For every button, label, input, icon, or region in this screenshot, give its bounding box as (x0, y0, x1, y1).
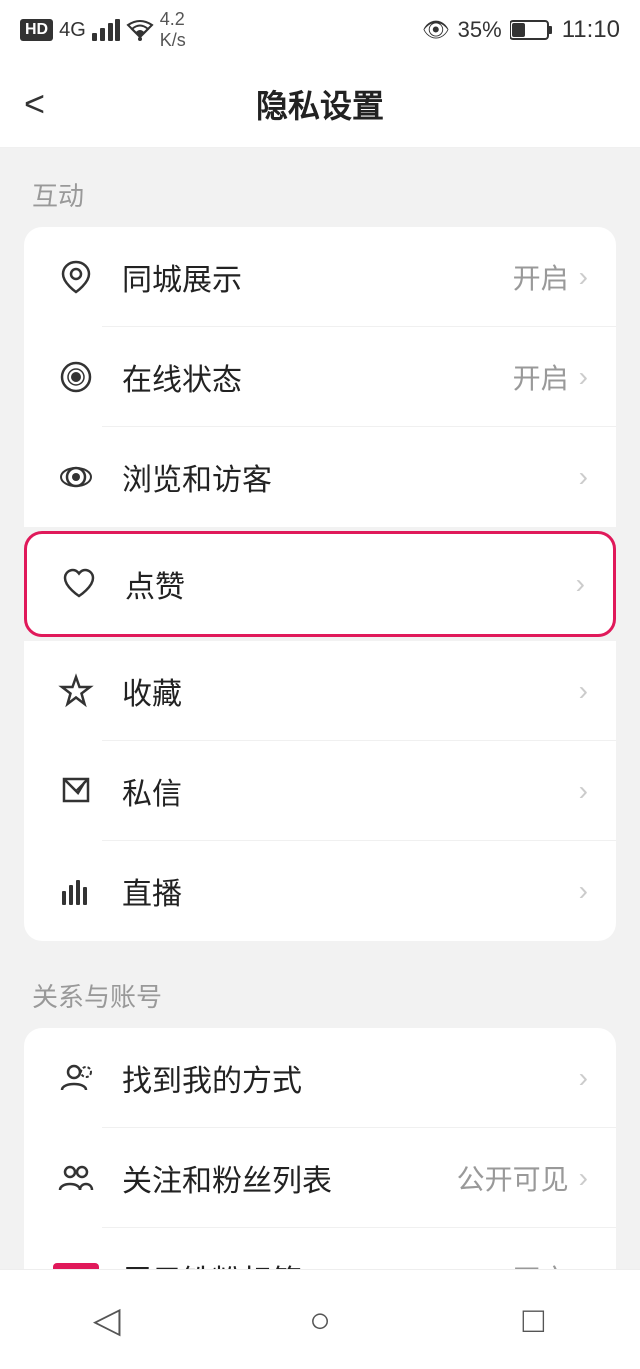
arrow-find: › (579, 1062, 588, 1094)
page-header: < 隐私设置 (0, 60, 640, 148)
back-button[interactable]: < (24, 83, 45, 125)
battery-icon (510, 19, 554, 41)
follow-icon (52, 1154, 100, 1202)
menu-text-like: 点赞 (125, 562, 566, 606)
menu-value-location: 开启 (513, 257, 569, 297)
like-icon (55, 560, 103, 608)
menu-text-online: 在线状态 (122, 355, 513, 399)
speed-text: 4.2K/s (160, 9, 186, 51)
arrow-location: › (579, 261, 588, 293)
section-label-account: 关系与账号 (0, 949, 640, 1028)
bottom-nav: ◁ ○ □ (0, 1269, 640, 1369)
time-display: 11:10 (562, 16, 620, 44)
menu-text-find: 找到我的方式 (122, 1056, 569, 1100)
page-title: 隐私设置 (256, 81, 384, 127)
arrow-online: › (579, 361, 588, 393)
find-icon (52, 1054, 100, 1102)
online-icon (52, 353, 100, 401)
card-hudong-top: 同城展示 开启 › 在线状态 开启 › 浏览和访客 › (24, 227, 616, 527)
menu-item-like[interactable]: 点赞 › (27, 534, 613, 634)
arrow-follow: › (579, 1162, 588, 1194)
arrow-like: › (576, 568, 585, 600)
menu-text-live: 直播 (122, 869, 569, 913)
message-icon (52, 767, 100, 815)
nav-home-button[interactable]: ○ (280, 1280, 360, 1360)
menu-item-location[interactable]: 同城展示 开启 › (24, 227, 616, 327)
menu-item-message[interactable]: 私信 › (24, 741, 616, 841)
arrow-browse: › (579, 461, 588, 493)
card-like-highlighted[interactable]: 点赞 › (24, 531, 616, 637)
wifi-icon (126, 19, 154, 41)
status-left: HD 4G 4.2K/s (20, 9, 186, 51)
status-bar: HD 4G 4.2K/s 👁 35% (0, 0, 640, 60)
battery-percent: 35% (458, 17, 502, 43)
status-right: 👁 35% 11:10 (422, 16, 620, 44)
menu-text-location: 同城展示 (122, 255, 513, 299)
section-label-hudong: 互动 (0, 148, 640, 227)
signal-icon: 4G (59, 19, 86, 42)
menu-item-online[interactable]: 在线状态 开启 › (24, 327, 616, 427)
menu-item-live[interactable]: 直播 › (24, 841, 616, 941)
location-icon (52, 253, 100, 301)
collect-icon (52, 667, 100, 715)
menu-value-online: 开启 (513, 357, 569, 397)
menu-text-browse: 浏览和访客 (122, 455, 569, 499)
live-icon (52, 867, 100, 915)
menu-item-browse[interactable]: 浏览和访客 › (24, 427, 616, 527)
signal-bars (92, 19, 120, 41)
menu-text-collect: 收藏 (122, 669, 569, 713)
arrow-collect: › (579, 675, 588, 707)
arrow-message: › (579, 775, 588, 807)
menu-item-follow[interactable]: 关注和粉丝列表 公开可见 › (24, 1128, 616, 1228)
card-hudong-bottom: 收藏 › 私信 › 直播 › (24, 641, 616, 941)
menu-item-find[interactable]: 找到我的方式 › (24, 1028, 616, 1128)
menu-text-message: 私信 (122, 769, 569, 813)
menu-value-follow: 公开可见 (457, 1158, 569, 1198)
hd-badge: HD (20, 19, 53, 41)
nav-back-button[interactable]: ◁ (67, 1280, 147, 1360)
nav-recent-button[interactable]: □ (493, 1280, 573, 1360)
menu-item-collect[interactable]: 收藏 › (24, 641, 616, 741)
browse-icon (52, 453, 100, 501)
arrow-live: › (579, 875, 588, 907)
menu-text-follow: 关注和粉丝列表 (122, 1156, 457, 1200)
eye-icon: 👁 (422, 17, 450, 43)
